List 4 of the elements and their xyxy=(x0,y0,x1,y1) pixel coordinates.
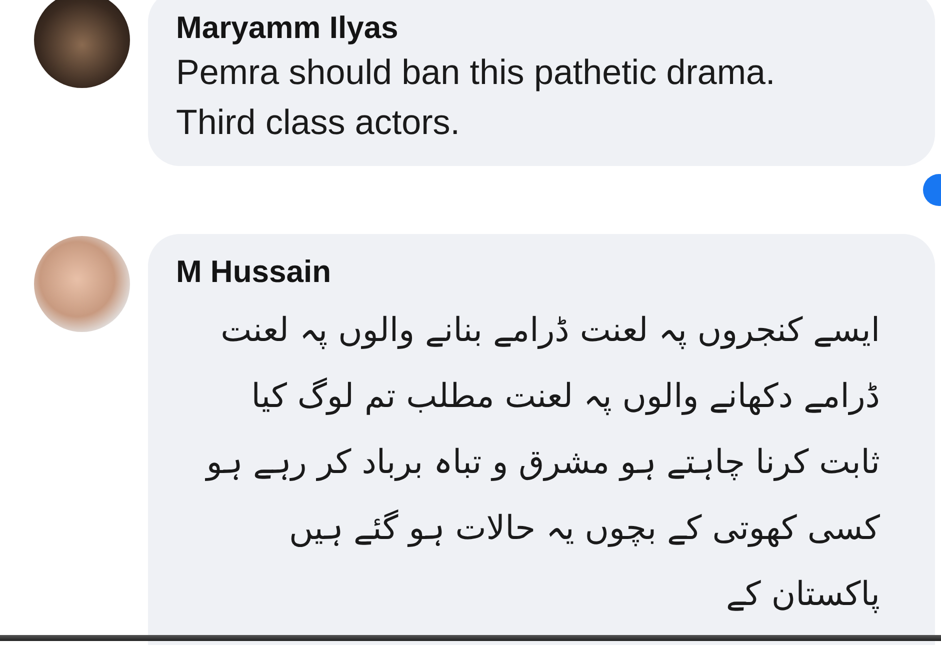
commenter-name[interactable]: Maryamm Ilyas xyxy=(176,8,907,48)
commenter-name[interactable]: M Hussain xyxy=(176,252,880,293)
comment-text: Pemra should ban this pathetic drama. Third class actors. xyxy=(176,52,776,144)
comment-text: ایسے کنجروں پہ لعنت ڈرامے بنانے والوں پہ لعنت ڈرامے دکھانے والوں پہ لعنت مطلب تم لوگ کیا ثابت کرنا چاہتے ہو مشرق و تباہ برباد کر رہے ہو کسی کھوتی کے بچوں یہ حالات ہو گئے ہیں پاکستان کے xyxy=(204,308,880,616)
